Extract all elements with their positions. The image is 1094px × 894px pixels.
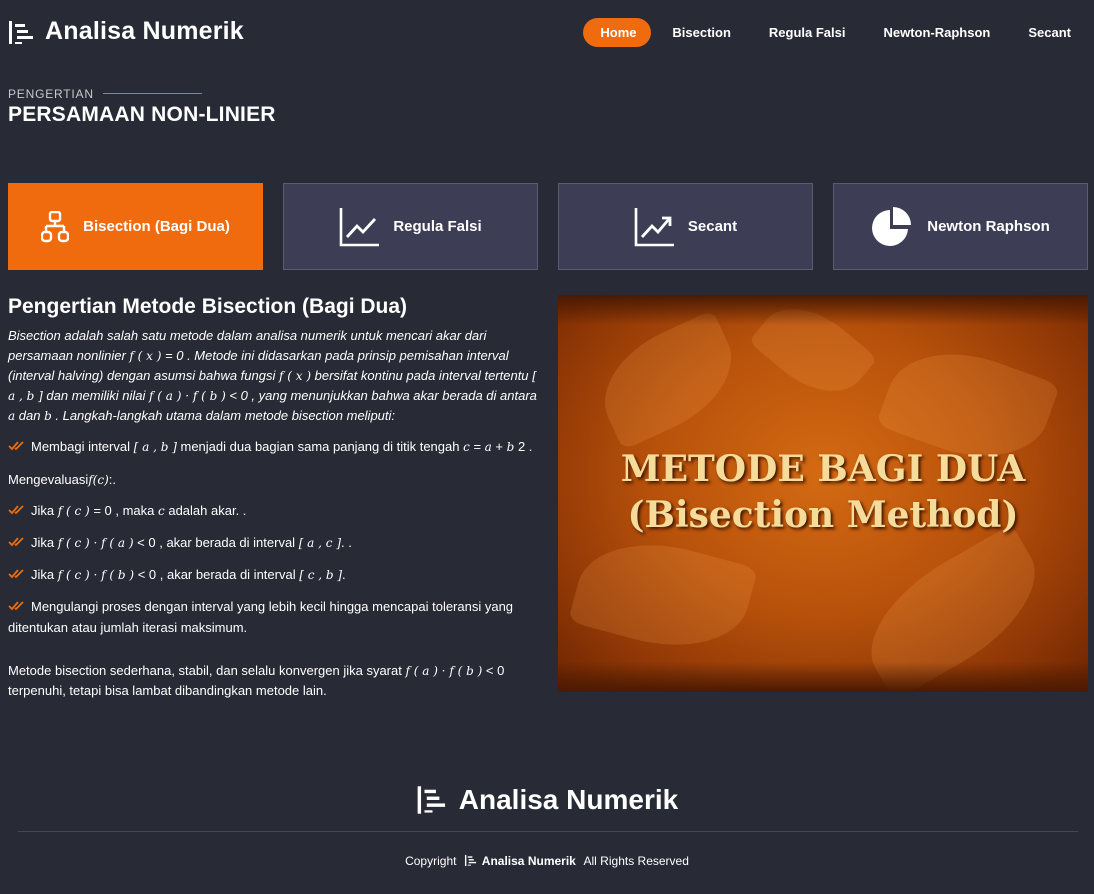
text: 2 . bbox=[514, 439, 533, 454]
area-chart-icon bbox=[634, 207, 674, 247]
text: bersifat kontinu pada interval tertentu bbox=[311, 368, 533, 383]
card-secant[interactable]: Secant bbox=[558, 183, 813, 270]
math: [ a , c ] bbox=[298, 536, 341, 550]
double-check-icon bbox=[8, 501, 26, 515]
math: f ( c ) · f ( b ) bbox=[57, 568, 135, 582]
math: c bbox=[158, 504, 165, 518]
text: + bbox=[491, 439, 507, 454]
banner-shade bbox=[558, 295, 1088, 325]
card-newton-raphson[interactable]: Newton Raphson bbox=[833, 183, 1088, 270]
text: adalah akar. . bbox=[164, 503, 247, 518]
footer-brand: Analisa Numerik bbox=[0, 784, 1094, 816]
line-chart-icon bbox=[339, 207, 380, 247]
nav-regula-falsi[interactable]: Regula Falsi bbox=[752, 18, 863, 47]
double-check-icon bbox=[8, 533, 26, 547]
text: . bbox=[342, 567, 346, 582]
footer-divider bbox=[18, 831, 1078, 832]
method-cards: Bisection (Bagi Dua) Regula Falsi Secant bbox=[8, 183, 1088, 270]
banner-title: METODE BAGI DUA bbox=[620, 448, 1026, 490]
math: f ( x ) bbox=[279, 369, 312, 383]
card-bisection[interactable]: Bisection (Bagi Dua) bbox=[8, 183, 263, 270]
nav-newton-raphson[interactable]: Newton-Raphson bbox=[866, 18, 1007, 47]
article: Pengertian Metode Bisection (Bagi Dua) B… bbox=[8, 293, 543, 701]
math: f ( x ) bbox=[129, 349, 162, 363]
text: Mengevaluasi bbox=[8, 472, 89, 487]
text: . . bbox=[341, 535, 352, 550]
card-label: Newton Raphson bbox=[927, 218, 1050, 235]
article-heading: Pengertian Metode Bisection (Bagi Dua) bbox=[8, 295, 408, 318]
math: f ( c ) bbox=[57, 504, 90, 518]
copyright-suffix: All Rights Reserved bbox=[583, 854, 689, 868]
double-check-icon bbox=[8, 565, 26, 579]
section-subtitle: PENGERTIAN bbox=[8, 87, 94, 101]
page-title: PERSAMAAN NON-LINIER bbox=[8, 103, 276, 126]
math: [ c , b ] bbox=[299, 568, 343, 582]
nav-home[interactable]: Home bbox=[583, 18, 652, 47]
list-logo-icon bbox=[8, 18, 36, 46]
card-regula-falsi[interactable]: Regula Falsi bbox=[283, 183, 538, 270]
list-item: Membagi interval [ a , b ] menjadi dua b… bbox=[8, 436, 543, 458]
math: b bbox=[44, 409, 52, 423]
footer-brand-name: Analisa Numerik bbox=[458, 784, 679, 815]
text: Mengulangi proses dengan interval yang l… bbox=[8, 599, 514, 635]
text: = 0 , maka bbox=[89, 503, 158, 518]
bisection-banner-image: METODE BAGI DUA (Bisection Method) bbox=[558, 295, 1088, 692]
banner-subtitle: (Bisection Method) bbox=[627, 494, 1019, 536]
list-logo-icon bbox=[416, 784, 449, 816]
text: . Langkah-langkah utama dalam metode bis… bbox=[51, 408, 396, 423]
text: dan memiliki nilai bbox=[42, 388, 149, 403]
list-item: Jika f ( c ) = 0 , maka c adalah akar. . bbox=[8, 500, 543, 522]
main-nav: Home Bisection Regula Falsi Newton-Raphs… bbox=[579, 18, 1094, 47]
text: Jika bbox=[31, 535, 58, 550]
text: = bbox=[469, 439, 485, 454]
card-label: Secant bbox=[687, 218, 738, 235]
copyright-brand: Analisa Numerik bbox=[481, 854, 576, 868]
closing-paragraph: Metode bisection sederhana, stabil, dan … bbox=[8, 661, 543, 701]
brand-logo-link[interactable]: Analisa Numerik bbox=[8, 17, 244, 46]
card-label: Bisection (Bagi Dua) bbox=[83, 218, 230, 235]
brand-name: Analisa Numerik bbox=[45, 17, 244, 45]
list-item: Jika f ( c ) · f ( b ) < 0 , akar berada… bbox=[8, 564, 543, 586]
text: Membagi interval bbox=[31, 439, 134, 454]
math: f(c) bbox=[88, 473, 109, 487]
math: c bbox=[463, 440, 470, 454]
text: < 0 , yang menunjukkan bahwa akar berada… bbox=[225, 388, 537, 403]
leaf-decoration bbox=[585, 309, 751, 451]
text: dan bbox=[15, 408, 45, 423]
copyright-prefix: Copyright bbox=[405, 854, 457, 868]
math: a bbox=[484, 440, 492, 454]
double-check-icon bbox=[8, 597, 26, 611]
math: f ( a ) · f ( b ) bbox=[148, 389, 226, 403]
list-item: Mengulangi proses dengan interval yang l… bbox=[8, 596, 543, 638]
copyright: Copyright Analisa Numerik All Rights Res… bbox=[0, 854, 1094, 868]
banner-shade bbox=[558, 662, 1088, 692]
text: menjadi dua bagian sama panjang di titik… bbox=[176, 439, 464, 454]
math: f ( a ) · f ( b ) bbox=[405, 664, 483, 678]
nav-secant[interactable]: Secant bbox=[1011, 18, 1088, 47]
intro-paragraph: Bisection adalah salah satu metode dalam… bbox=[8, 326, 543, 426]
text: Jika bbox=[31, 503, 58, 518]
evaluate-line: Mengevaluasif(c):. bbox=[8, 470, 543, 490]
math: f ( c ) · f ( a ) bbox=[57, 536, 134, 550]
pie-chart-icon bbox=[871, 206, 913, 247]
nav-bisection[interactable]: Bisection bbox=[655, 18, 748, 47]
text: < 0 , akar berada di interval bbox=[134, 567, 300, 582]
header: Analisa Numerik Home Bisection Regula Fa… bbox=[0, 0, 1094, 66]
text: Jika bbox=[31, 567, 58, 582]
subtitle-divider bbox=[103, 93, 202, 94]
text: < 0 , akar berada di interval bbox=[133, 535, 299, 550]
math: [ a , b ] bbox=[133, 440, 177, 454]
card-label: Regula Falsi bbox=[393, 218, 482, 235]
text: :. bbox=[108, 472, 116, 487]
sitemap-icon bbox=[41, 210, 70, 243]
leaf-decoration bbox=[567, 524, 759, 666]
text: Metode bisection sederhana, stabil, dan … bbox=[8, 663, 406, 678]
list-logo-icon bbox=[464, 854, 478, 867]
list-item: Jika f ( c ) · f ( a ) < 0 , akar berada… bbox=[8, 532, 543, 554]
double-check-icon bbox=[8, 437, 26, 451]
